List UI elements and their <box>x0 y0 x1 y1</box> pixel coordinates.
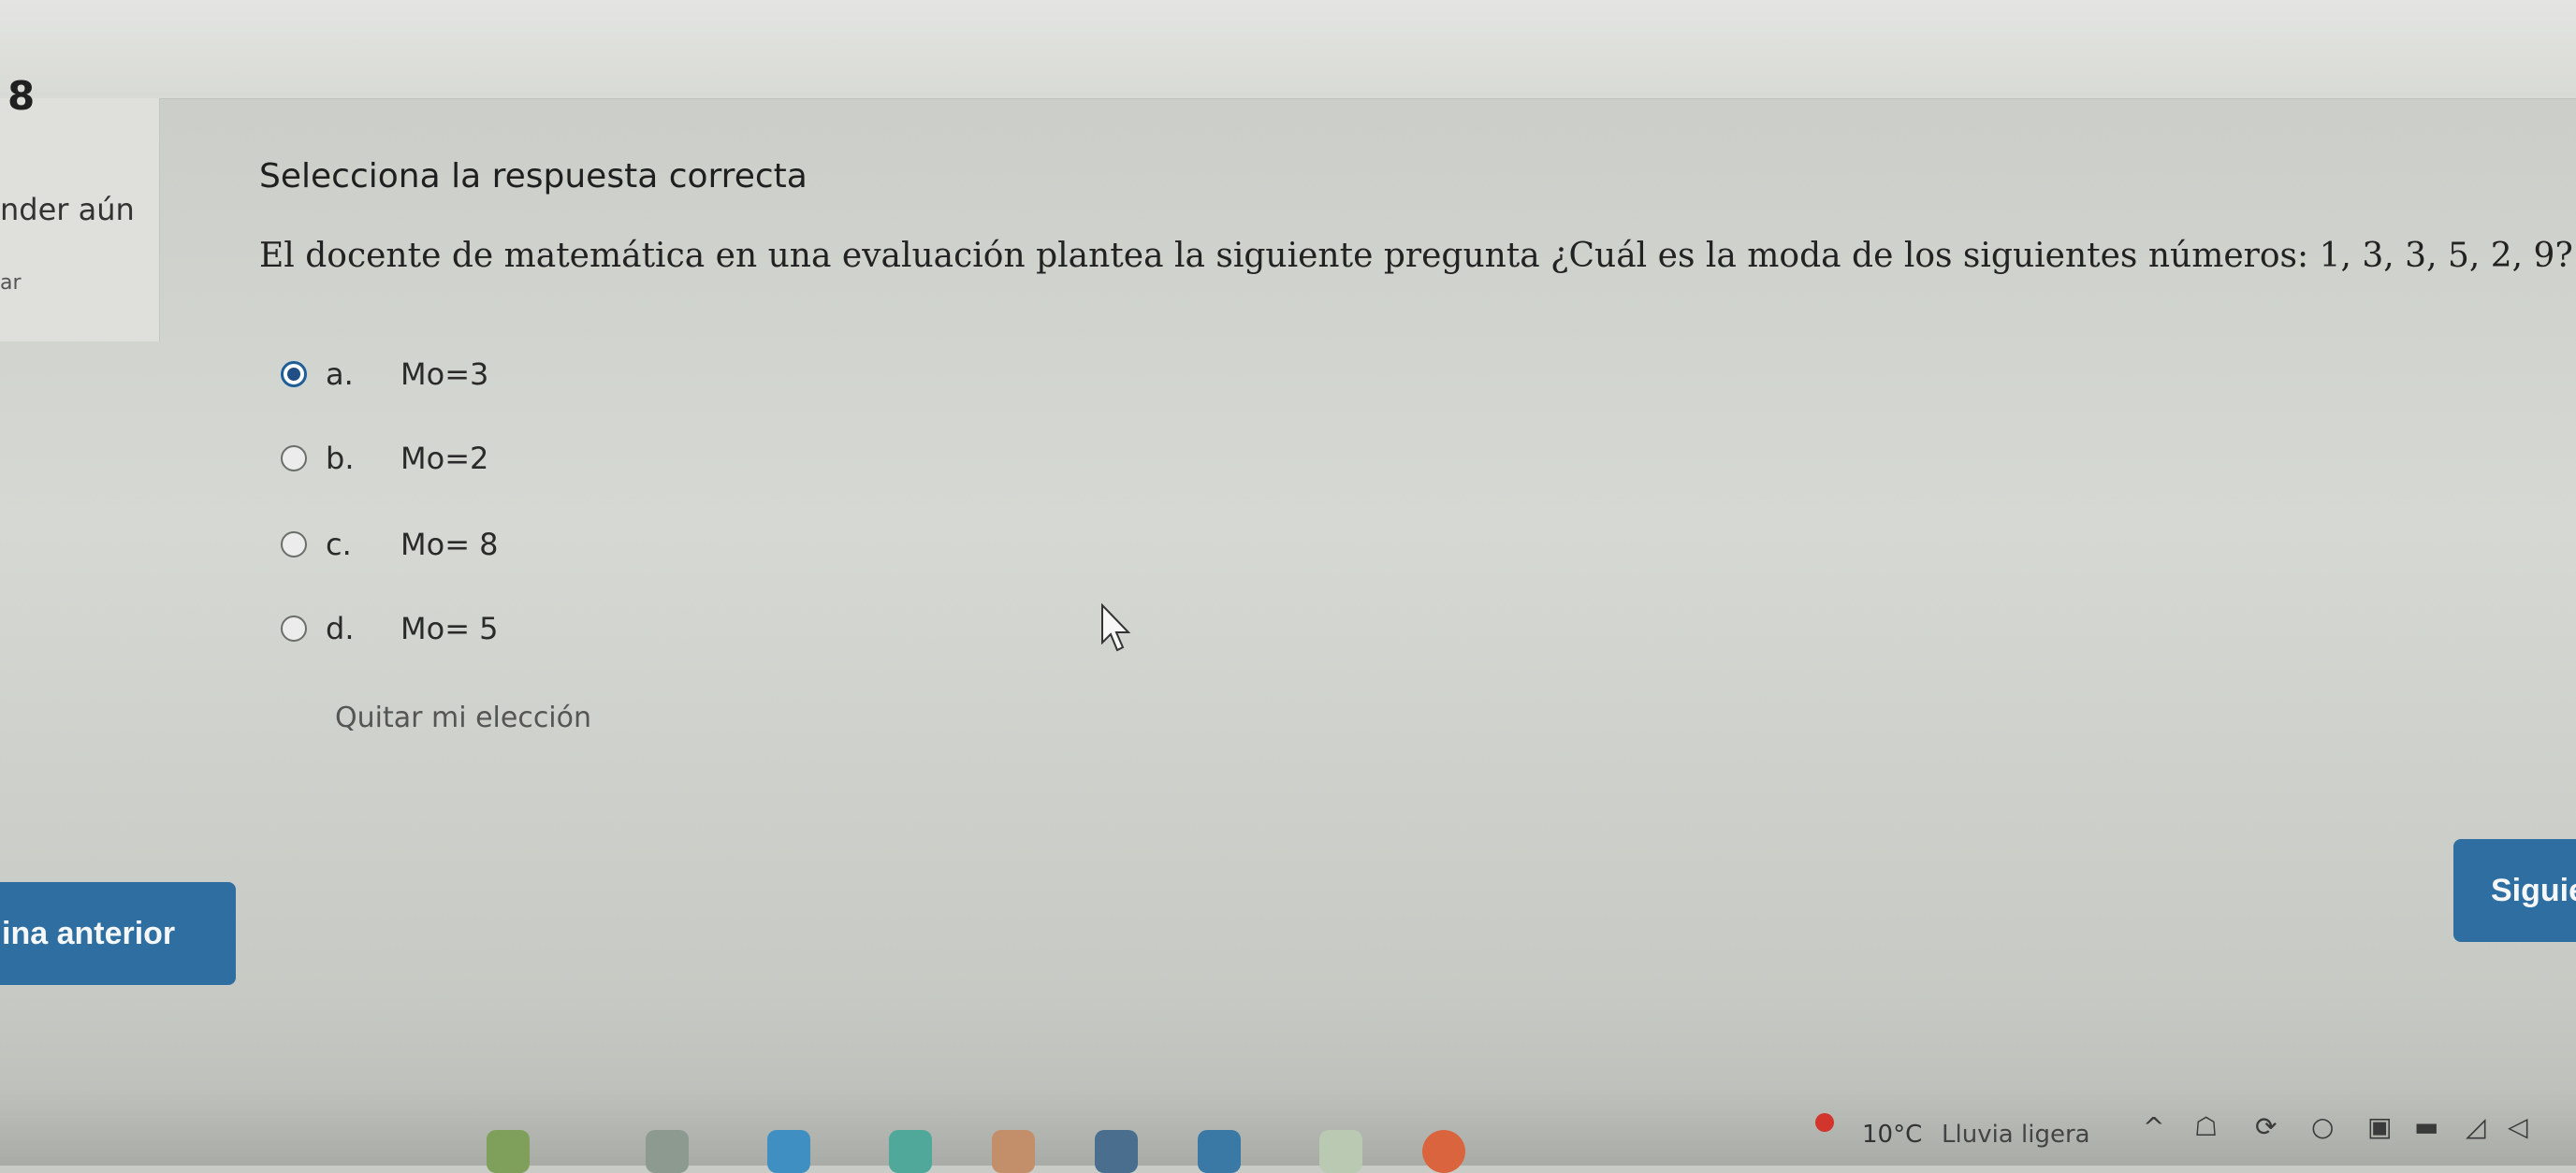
radio-button[interactable] <box>281 615 307 642</box>
mouse-cursor-icon <box>1101 603 1131 652</box>
network-icon[interactable]: ☖ <box>2194 1111 2218 1142</box>
previous-page-button[interactable]: ina anterior <box>0 882 236 985</box>
chevron-up-icon[interactable]: ^ <box>2143 1111 2164 1142</box>
question-prompt: Selecciona la respuesta correcta <box>259 157 808 196</box>
sync-icon[interactable]: ⟳ <box>2255 1111 2277 1142</box>
option-a[interactable]: a. Mo=3 <box>281 346 655 402</box>
taskbar-app-icon[interactable] <box>487 1130 530 1173</box>
keyboard-icon[interactable]: ▣ <box>2367 1111 2392 1142</box>
radio-button-selected[interactable] <box>281 361 307 387</box>
taskbar-app-icon[interactable] <box>1198 1130 1241 1173</box>
taskbar-app-icon[interactable] <box>767 1130 810 1173</box>
option-letter: c. <box>326 527 352 562</box>
option-d[interactable]: d. Mo= 5 <box>281 601 655 657</box>
weather-alert-icon <box>1815 1113 1834 1132</box>
next-page-button[interactable]: Siguie <box>2453 839 2576 942</box>
taskbar: 10°C Lluvia ligera ^ ☖ ⟳ ○ ▣ ▬ ◿ ◁ <box>0 1094 2576 1173</box>
cloud-icon[interactable]: ○ <box>2311 1111 2334 1142</box>
weather-description[interactable]: Lluvia ligera <box>1942 1121 2090 1149</box>
volume-icon[interactable]: ◁ <box>2508 1111 2528 1142</box>
option-b[interactable]: b. Mo=2 <box>281 430 655 486</box>
browser-top-strip <box>0 0 2576 99</box>
taskbar-app-icon[interactable] <box>992 1130 1035 1173</box>
taskbar-app-icon[interactable] <box>889 1130 932 1173</box>
option-text: Mo= 5 <box>400 611 499 646</box>
taskbar-app-icon[interactable] <box>1095 1130 1138 1173</box>
option-c[interactable]: c. Mo= 8 <box>281 516 655 572</box>
option-letter: d. <box>326 611 355 646</box>
radio-button[interactable] <box>281 531 307 558</box>
option-letter: b. <box>326 441 355 476</box>
question-number: 8 <box>7 73 36 119</box>
taskbar-app-icon[interactable] <box>646 1130 689 1173</box>
weather-temperature[interactable]: 10°C <box>1862 1121 1922 1149</box>
option-text: Mo= 8 <box>400 527 499 562</box>
wifi-icon[interactable]: ◿ <box>2466 1111 2486 1142</box>
question-status: nder aún <box>0 192 135 227</box>
radio-button[interactable] <box>281 445 307 471</box>
clear-choice-link[interactable]: Quitar mi elección <box>335 702 591 734</box>
option-text: Mo=3 <box>400 356 489 392</box>
flag-question-link[interactable]: ar <box>0 271 22 295</box>
option-letter: a. <box>326 356 354 392</box>
battery-icon[interactable]: ▬ <box>2414 1111 2438 1142</box>
browser-icon[interactable] <box>1422 1130 1465 1173</box>
question-text: El docente de matemática en una evaluaci… <box>259 237 2573 275</box>
taskbar-app-icon[interactable] <box>1319 1130 1362 1173</box>
option-text: Mo=2 <box>400 441 489 476</box>
